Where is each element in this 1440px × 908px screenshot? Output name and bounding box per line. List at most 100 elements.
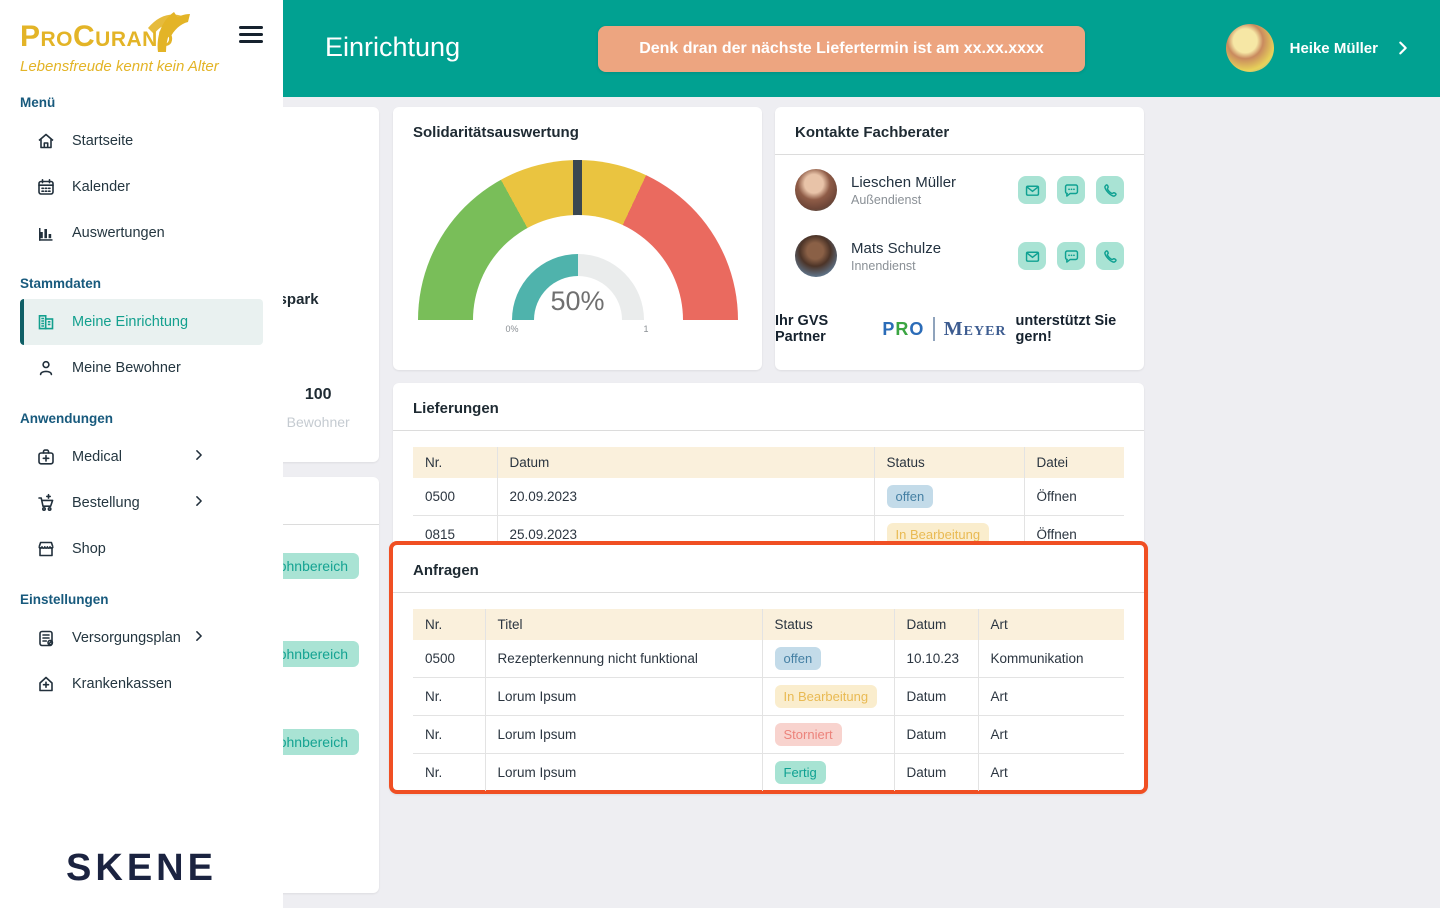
- column-header-nr: Nr.: [413, 609, 485, 640]
- requests-card-highlighted: Anfragen Nr. Titel Status Datum Art 0500…: [389, 541, 1148, 794]
- partner-text-post: unterstützt Sie gern!: [1016, 313, 1144, 345]
- contact-name: Mats Schulze: [851, 240, 941, 257]
- sidebar-item-label: Medical: [72, 449, 122, 465]
- ginkgo-leaves-icon: [128, 8, 192, 59]
- card-title: Kontakte Fachberater: [775, 107, 1144, 155]
- sidebar-item-label: Krankenkassen: [72, 676, 172, 692]
- chevron-right-icon: [192, 629, 206, 647]
- gauge-max-label: 1: [644, 324, 649, 334]
- cell-status: In Bearbeitung: [762, 678, 894, 716]
- card-title: Lieferungen: [393, 383, 1144, 431]
- email-icon[interactable]: [1018, 176, 1046, 204]
- cell-datum: 10.10.23: [894, 640, 978, 678]
- column-header-nr: Nr.: [413, 447, 497, 478]
- cell-art: Kommunikation: [978, 640, 1124, 678]
- delivery-reminder-banner[interactable]: Denk dran der nächste Liefertermin ist a…: [598, 26, 1085, 72]
- table-row[interactable]: 0500 Rezepterkennung nicht funktional of…: [413, 640, 1124, 678]
- cell-nr: Nr.: [413, 716, 485, 754]
- top-header: Einrichtung Denk dran der nächste Liefer…: [283, 0, 1440, 97]
- cell-art: Art: [978, 754, 1124, 792]
- open-file-link[interactable]: Öffnen: [1024, 478, 1124, 516]
- column-header-status: Status: [874, 447, 1024, 478]
- cell-status: Fertig: [762, 754, 894, 792]
- sidebar-item-label: Startseite: [72, 133, 133, 149]
- cell-titel: Rezepterkennung nicht funktional: [485, 640, 762, 678]
- gauge-value-label: 50%: [418, 286, 738, 317]
- phone-icon[interactable]: [1096, 176, 1124, 204]
- chat-icon[interactable]: [1057, 242, 1085, 270]
- medical-case-icon: [36, 447, 56, 467]
- contact-row: Mats Schulze Innendienst: [775, 221, 1144, 287]
- column-header-status: Status: [762, 609, 894, 640]
- sidebar-item-meine-einrichtung[interactable]: Meine Einrichtung: [20, 299, 263, 345]
- procurand-logo: ProCurand Lebensfreude kennt kein Alter: [20, 22, 263, 75]
- sidebar-item-meine-bewohner[interactable]: Meine Bewohner: [20, 345, 263, 391]
- table-row[interactable]: Nr. Lorum Ipsum Fertig Datum Art: [413, 754, 1124, 792]
- sidebar-item-auswertungen[interactable]: Auswertungen: [20, 210, 263, 256]
- cell-nr: Nr.: [413, 754, 485, 792]
- contacts-card: Kontakte Fachberater Lieschen Müller Auß…: [775, 107, 1144, 370]
- chevron-right-icon: [1394, 39, 1412, 57]
- pro-logo: PRO: [882, 319, 924, 340]
- column-header-datum: Datum: [497, 447, 874, 478]
- contact-name: Lieschen Müller: [851, 174, 956, 191]
- email-icon[interactable]: [1018, 242, 1046, 270]
- table-row[interactable]: Nr. Lorum Ipsum In Bearbeitung Datum Art: [413, 678, 1124, 716]
- column-header-art: Art: [978, 609, 1124, 640]
- table-header-row: Nr. Titel Status Datum Art: [413, 609, 1124, 640]
- nav-section-einstellungen: Einstellungen: [20, 592, 263, 607]
- nav-section-anwendungen: Anwendungen: [20, 411, 263, 426]
- column-header-datei: Datei: [1024, 447, 1124, 478]
- status-badge: offen: [775, 647, 822, 670]
- cell-nr: 0500: [413, 478, 497, 516]
- contact-avatar: [795, 169, 837, 211]
- status-badge: Storniert: [775, 723, 842, 746]
- sidebar-item-medical[interactable]: Medical: [20, 434, 263, 480]
- cell-datum: Datum: [894, 754, 978, 792]
- cell-nr: 0500: [413, 640, 485, 678]
- building-icon: [36, 312, 56, 332]
- phone-icon[interactable]: [1096, 242, 1124, 270]
- sidebar-item-versorgungsplan[interactable]: Versorgungsplan: [20, 615, 263, 661]
- user-menu[interactable]: Heike Müller: [1226, 24, 1412, 72]
- sidebar-item-label: Auswertungen: [72, 225, 165, 241]
- sidebar-item-krankenkassen[interactable]: Krankenkassen: [20, 661, 263, 707]
- meyer-logo: Meyer: [944, 318, 1007, 341]
- card-title: Anfragen: [393, 545, 1144, 593]
- cell-status: offen: [762, 640, 894, 678]
- contact-avatar: [795, 235, 837, 277]
- sidebar-item-shop[interactable]: Shop: [20, 526, 263, 572]
- sidebar-item-label: Meine Bewohner: [72, 360, 181, 376]
- table-row: 0500 20.09.2023 offen Öffnen: [413, 478, 1124, 516]
- chevron-right-icon: [192, 448, 206, 466]
- nav-section-menu: Menü: [20, 95, 263, 110]
- sidebar-item-label: Kalender: [72, 179, 130, 195]
- calendar-icon: [36, 177, 56, 197]
- partner-text-pre: Ihr GVS Partner: [775, 313, 873, 345]
- cell-nr: Nr.: [413, 678, 485, 716]
- table-row[interactable]: Nr. Lorum Ipsum Storniert Datum Art: [413, 716, 1124, 754]
- user-name: Heike Müller: [1290, 40, 1378, 57]
- logo-separator: [933, 317, 934, 341]
- hamburger-menu-icon[interactable]: [239, 22, 263, 47]
- chat-icon[interactable]: [1057, 176, 1085, 204]
- contact-role: Innendienst: [851, 259, 941, 273]
- sidebar-item-startseite[interactable]: Startseite: [20, 118, 263, 164]
- gauge-chart: 50% 0% 1: [418, 160, 738, 356]
- sidebar-item-kalender[interactable]: Kalender: [20, 164, 263, 210]
- sidebar: ProCurand Lebensfreude kennt kein Alter …: [0, 0, 283, 908]
- brand-tagline: Lebensfreude kennt kein Alter: [20, 58, 263, 75]
- cell-art: Art: [978, 716, 1124, 754]
- clipboard-pen-icon: [36, 628, 56, 648]
- cell-datum: Datum: [894, 716, 978, 754]
- cell-titel: Lorum Ipsum: [485, 678, 762, 716]
- store-icon: [36, 539, 56, 559]
- gauge-min-label: 0%: [506, 324, 519, 334]
- cell-titel: Lorum Ipsum: [485, 754, 762, 792]
- sidebar-item-bestellung[interactable]: Bestellung: [20, 480, 263, 526]
- sidebar-item-label: Versorgungsplan: [72, 630, 181, 646]
- cell-datum: Datum: [894, 678, 978, 716]
- sidebar-item-label: Bestellung: [72, 495, 140, 511]
- house-plus-icon: [36, 674, 56, 694]
- status-badge: In Bearbeitung: [775, 685, 878, 708]
